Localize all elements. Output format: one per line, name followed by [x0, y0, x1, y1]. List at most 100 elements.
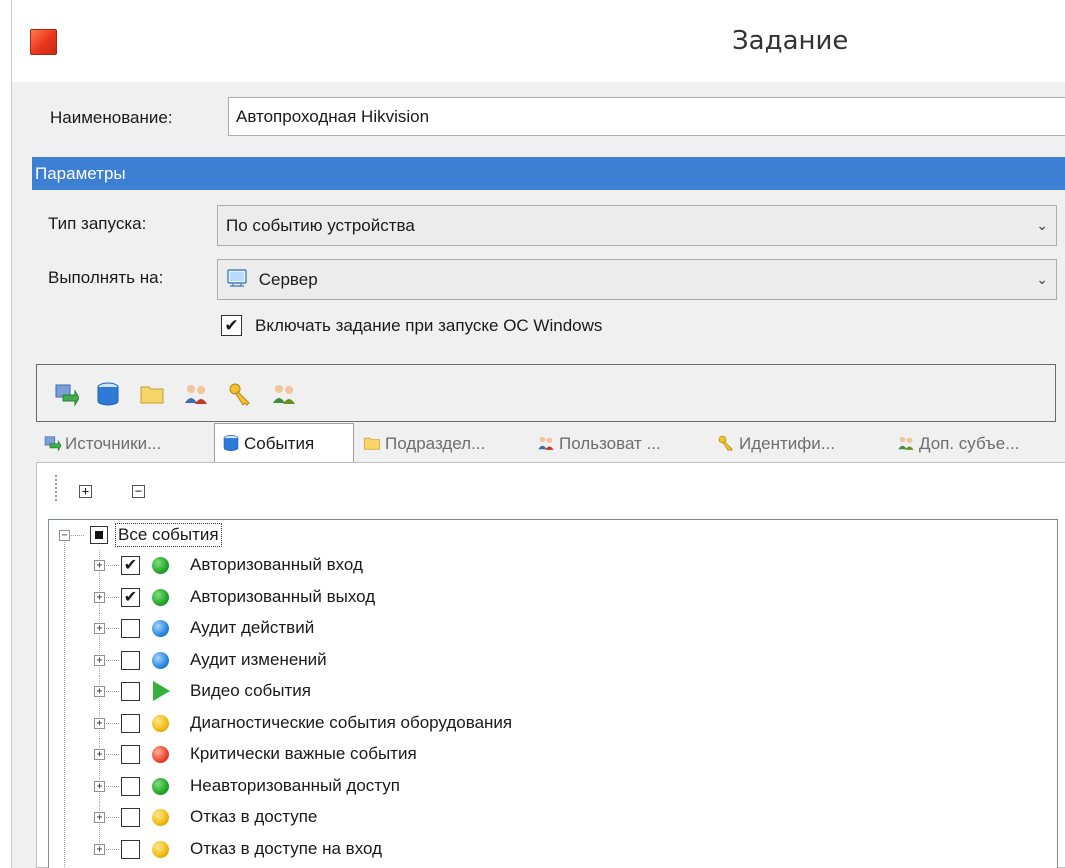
tab-label: Пользоват ... [559, 434, 661, 453]
subject-tabs: Источники... События Подраздел... Пользо… [36, 423, 1065, 463]
indeterminate-mark [95, 530, 103, 539]
expand-icon[interactable]: + [94, 843, 105, 855]
blue-status-icon [152, 620, 169, 637]
tree-connector [106, 754, 120, 755]
chevron-down-icon: ⌄ [1036, 217, 1048, 233]
tree-item[interactable]: + Отказ в доступе на вход [49, 833, 1057, 864]
run-on-select[interactable]: Сервер ⌄ [217, 259, 1057, 300]
tree-connector [106, 691, 120, 692]
tab-events[interactable]: События [214, 423, 354, 463]
event-checkbox[interactable] [121, 808, 140, 827]
tree-root-label: Все события [115, 523, 222, 547]
tree-connector [106, 848, 120, 850]
tab-label: Доп. субъе... [919, 434, 1020, 453]
run-on-label: Выполнять на: [48, 268, 164, 287]
expand-all-button[interactable]: + [79, 485, 92, 498]
expand-icon[interactable]: + [94, 686, 105, 697]
tree-item[interactable]: + Аудит изменений [49, 644, 1057, 677]
expand-icon[interactable]: + [94, 623, 105, 634]
app-icon[interactable] [30, 29, 57, 55]
server-icon [227, 268, 247, 287]
tree-item[interactable]: + ✔ Авторизованный вход [49, 550, 1057, 582]
collapse-icon[interactable]: − [59, 530, 70, 541]
tree-connector [106, 628, 120, 629]
events-icon[interactable] [95, 381, 121, 407]
tree-item-label: Авторизованный выход [190, 586, 376, 606]
green-status-icon [152, 557, 169, 574]
event-checkbox[interactable] [121, 713, 140, 733]
sources-icon[interactable] [53, 381, 79, 407]
tree-connector [106, 659, 120, 661]
tree-item-label: Отказ в доступе на вход [190, 838, 382, 858]
event-checkbox[interactable] [121, 745, 140, 764]
event-checkbox[interactable] [121, 619, 140, 638]
tree-item-label: Критически важные события [190, 744, 417, 763]
tree-connector [106, 565, 120, 566]
chevron-down-icon: ⌄ [1036, 271, 1048, 287]
tab-users[interactable]: Пользоват ... [534, 427, 710, 461]
root-checkbox[interactable] [90, 526, 108, 544]
extra-subjects-icon[interactable] [271, 381, 297, 407]
play-icon [153, 681, 170, 701]
users-icon[interactable] [183, 381, 209, 407]
tab-sources[interactable]: Источники... [36, 427, 212, 461]
yellow-status-icon [152, 809, 169, 826]
launch-type-value: По событию устройства [226, 216, 415, 235]
subject-toolbar [36, 364, 1056, 422]
expand-icon[interactable]: + [94, 591, 105, 603]
tree-item[interactable]: + Отказ в доступе [49, 802, 1057, 834]
event-checkbox[interactable] [121, 839, 140, 859]
red-status-icon [152, 746, 169, 763]
tree-connector [106, 722, 120, 724]
tab-extra-subjects[interactable]: Доп. субъе... [892, 427, 1064, 461]
event-checkbox[interactable] [121, 682, 140, 701]
collapse-all-button[interactable]: − [132, 485, 145, 498]
event-checkbox[interactable] [121, 776, 140, 796]
launch-type-select[interactable]: По событию устройства ⌄ [217, 205, 1057, 246]
tree-connector [106, 785, 120, 787]
tree-item-label: Аудит действий [190, 618, 315, 637]
tab-departments[interactable]: Подраздел... [358, 427, 532, 461]
expand-icon[interactable]: + [94, 812, 105, 823]
tree-item[interactable]: + Диагностические события оборудования [49, 707, 1057, 740]
folder-icon [364, 437, 380, 450]
events-tree: − Все события + ✔ Авторизованный вход + ✔ Авт… [48, 519, 1058, 868]
tab-label: Источники... [65, 434, 162, 453]
event-checkbox[interactable]: ✔ [121, 587, 140, 607]
event-checkbox[interactable]: ✔ [121, 556, 140, 575]
expand-icon[interactable]: + [94, 717, 105, 729]
tree-connector [106, 596, 120, 598]
keys-icon[interactable] [227, 381, 253, 407]
tab-identifiers[interactable]: Идентифи... [712, 427, 890, 461]
run-on-value: Сервер [258, 270, 318, 289]
extra-subjects-icon [898, 436, 914, 450]
toolbar-grip[interactable] [55, 475, 57, 501]
tree-toolbar: + − [37, 463, 1065, 513]
expand-icon[interactable]: + [94, 749, 105, 760]
tree-item[interactable]: + Видео события [49, 676, 1057, 708]
name-field[interactable]: Автопроходная Hikvision [228, 97, 1065, 136]
tree-item[interactable]: + ✔ Авторизованный выход [49, 581, 1057, 614]
tree-root[interactable]: − Все события [49, 520, 1057, 550]
enable-on-start-checkbox[interactable]: ✔ [221, 315, 242, 336]
green-status-icon [152, 777, 169, 795]
task-window: Задание Наименование: Автопроходная Hikv… [11, 0, 1065, 868]
event-checkbox[interactable] [121, 650, 140, 670]
expand-icon[interactable]: + [94, 780, 105, 792]
tab-label: Идентифи... [739, 434, 835, 453]
yellow-status-icon [152, 840, 169, 858]
enable-on-start-label: Включать задание при запуске ОС Windows [255, 316, 603, 335]
folder-icon[interactable] [139, 381, 165, 407]
expand-icon[interactable]: + [94, 654, 105, 666]
window-title: Задание [732, 26, 849, 56]
expand-icon[interactable]: + [94, 560, 105, 571]
tree-item[interactable]: + Критически важные события [49, 739, 1057, 771]
tree-item-label: Неавторизованный доступ [190, 775, 400, 795]
events-icon [223, 434, 239, 451]
title-bar: Задание [12, 0, 1065, 82]
tree-item[interactable]: + Аудит действий [49, 613, 1057, 645]
sources-icon [44, 435, 62, 452]
events-panel: + − − Все события + ✔ Авторизованный вход +… [36, 462, 1065, 868]
tree-item[interactable]: + Неавторизованный доступ [49, 770, 1057, 803]
blue-status-icon [152, 651, 169, 669]
